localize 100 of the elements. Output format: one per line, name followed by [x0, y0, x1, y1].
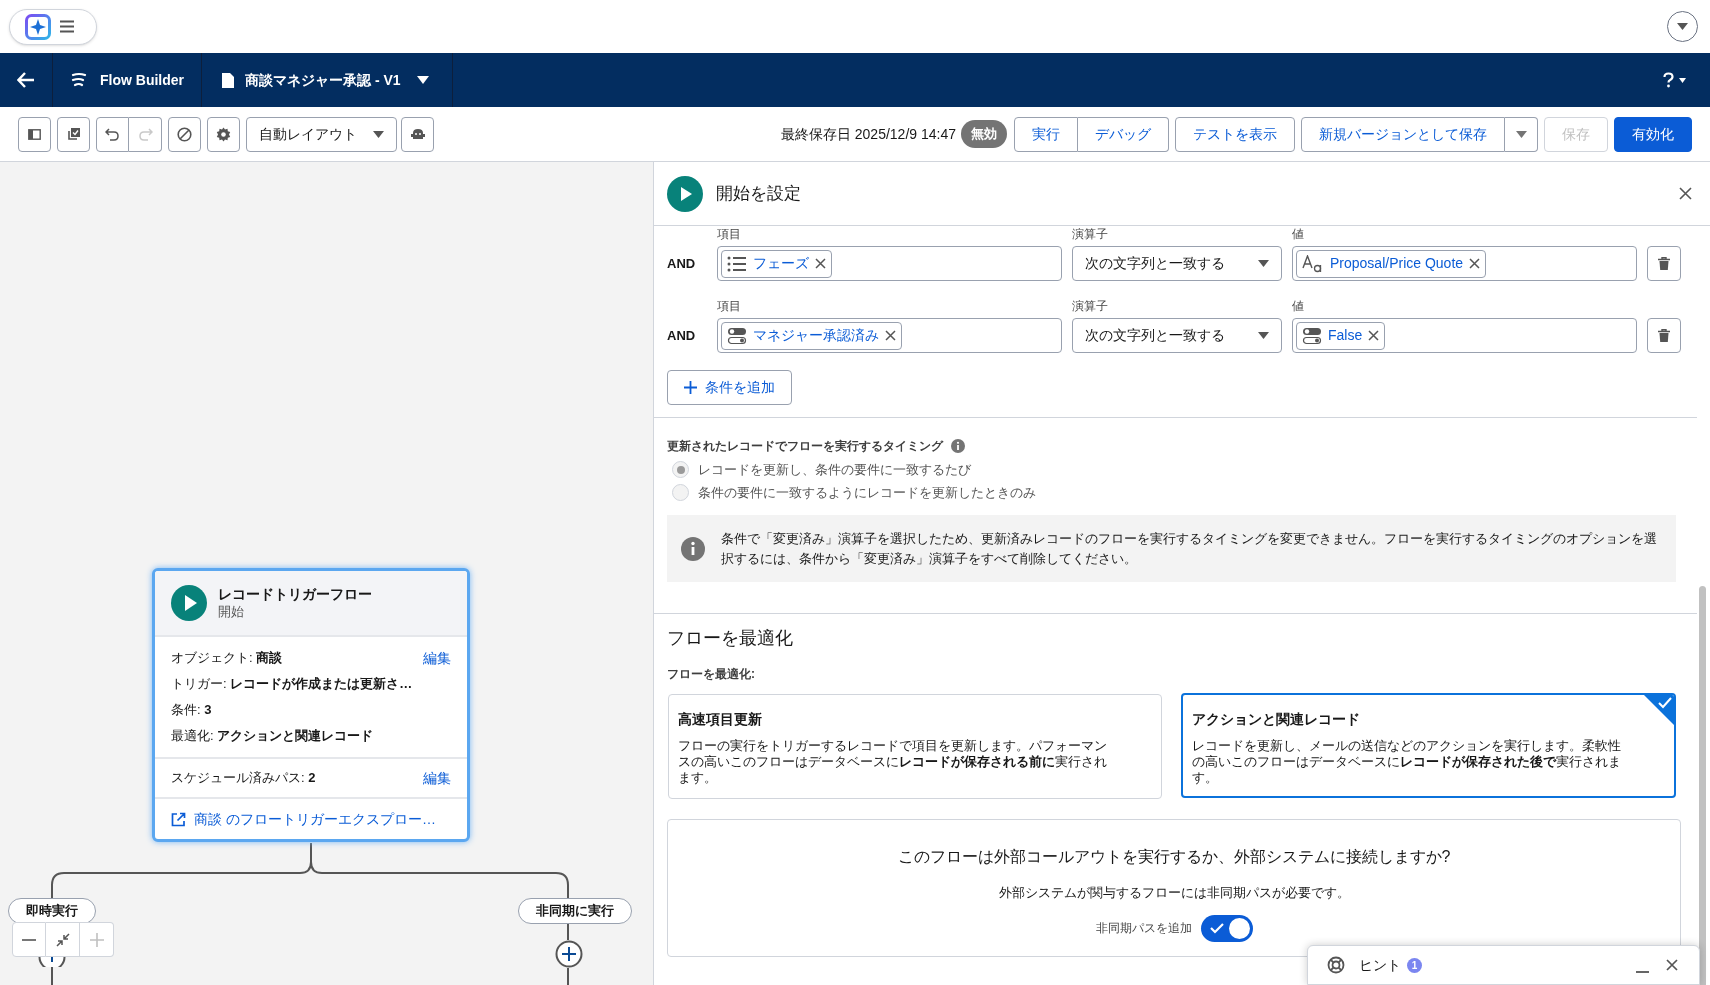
plus-icon	[89, 932, 104, 947]
edit-link[interactable]: 編集	[423, 767, 451, 789]
delete-button[interactable]	[1647, 246, 1681, 281]
option-card[interactable]: 高速項目更新 フローの実行をトリガーするレコードで項目を更新します。パフォーマンスの高いこのフローはデータベースにレコードが保存される前に実行されます。	[668, 694, 1162, 799]
robot-icon	[410, 128, 425, 140]
explorer-link[interactable]: 商談 のフロートリガーエクスプロー…	[194, 808, 436, 830]
section-label: 更新されたレコードでフローを実行するタイミング	[667, 438, 943, 455]
caret-down-icon	[416, 76, 429, 84]
remove-icon	[1368, 330, 1380, 341]
collapse-icon	[55, 932, 70, 947]
help-icon	[1663, 72, 1674, 88]
branch-label: 即時実行	[8, 898, 96, 924]
delete-button[interactable]	[1647, 318, 1681, 353]
undo-icon	[105, 127, 120, 141]
close-button[interactable]	[1664, 957, 1680, 973]
plus-icon	[684, 381, 697, 394]
cancel-button[interactable]	[168, 116, 201, 152]
toggle-icon	[727, 326, 747, 345]
settings-button[interactable]	[207, 116, 240, 152]
callout-question: このフローは外部コールアウトを実行するか、外部システムに接続しますか?	[897, 847, 1451, 867]
info-icon	[681, 536, 705, 561]
section-heading: フローを最適化	[667, 627, 794, 650]
panel-icon	[28, 128, 41, 140]
caret-down-icon	[1677, 23, 1688, 30]
node-title: レコードトリガーフロー	[218, 585, 372, 603]
document-icon	[221, 71, 235, 89]
more-options-button[interactable]	[1505, 116, 1538, 152]
edit-link[interactable]: 編集	[423, 647, 451, 669]
layout-dropdown[interactable]: 自動レイアウト	[246, 116, 397, 152]
field-label: 値	[1292, 298, 1305, 314]
prohibited-icon	[177, 126, 192, 142]
panel-title: 開始を設定	[716, 182, 801, 205]
remove-icon	[1469, 258, 1481, 269]
undo-button[interactable]	[96, 116, 129, 152]
option-description: フローの実行をトリガーするレコードで項目を更新します。パフォーマンスの高いこのフローはデータベースにレコードが保存される前に実行されます。	[678, 738, 1108, 786]
field-label: 演算子	[1072, 226, 1109, 242]
app-launcher-button[interactable]	[9, 8, 97, 45]
redo-icon	[137, 127, 153, 141]
app-name: Flow Builder	[100, 70, 184, 90]
caret-down-icon	[1679, 77, 1686, 83]
node-detail: オブジェクト: 商談	[171, 649, 283, 668]
toggle-panel-button[interactable]	[18, 116, 51, 152]
option-card[interactable]: アクションと関連レコード レコードを更新し、メールの送信などのアクションを実行します。柔軟性の高いこのフローはデータベースにレコードが保存された後で実行されます。	[1180, 693, 1676, 798]
last-saved-text: 最終保存日 2025/12/9 14:47	[780, 124, 956, 144]
external-link-icon	[171, 811, 186, 827]
connector-line	[567, 924, 569, 940]
checkmark-icon	[1209, 922, 1224, 934]
selected-pill[interactable]: False	[1296, 321, 1386, 350]
toolbar-button[interactable]: 実行	[1014, 116, 1078, 152]
connector-line	[567, 968, 569, 985]
text-type-icon	[1302, 254, 1324, 273]
node-detail: スケジュール済みパス: 2	[171, 769, 316, 788]
arrow-left-icon	[17, 72, 35, 88]
info-message: 条件で「変更済み」演算子を選択したため、更新済みレコードのフローを実行するタイミングを変更できません。フローを実行するタイミングのオプションを選択するには、条件から「変更済み」演算子をすべて削除してください。	[721, 529, 1658, 568]
start-node-card[interactable]: レコードトリガーフロー 開始 オブジェクト: 商談 編集 トリガー: レコードが作成または更新さ… 条件: 3 最適化: アクションと関連レコード スケジュール済みパス: 2 編集 商談 のフロートリガーエクスプロー…	[152, 568, 470, 842]
close-icon	[1666, 959, 1678, 971]
field-label: 項目	[717, 226, 742, 242]
node-detail: トリガー: レコードが作成または更新さ…	[171, 675, 413, 694]
toggle-label: 非同期パスを追加	[1095, 920, 1192, 937]
info-icon	[951, 439, 965, 453]
operator-dropdown[interactable]: 次の文字列と一致する	[1072, 318, 1282, 353]
selected-pill[interactable]: Proposal/Price Quote	[1296, 249, 1487, 278]
toolbar-button[interactable]: テストを表示	[1175, 116, 1295, 152]
minus-icon	[22, 938, 36, 941]
section-label: フローを最適化:	[667, 666, 756, 683]
field-label: 項目	[717, 298, 742, 314]
option-title: 高速項目更新	[678, 710, 763, 729]
hint-label: ヒント	[1359, 955, 1401, 975]
play-icon	[667, 175, 703, 212]
close-icon	[1678, 187, 1692, 200]
radio-label: 条件の要件に一致するようにレコードを更新したときのみ	[698, 483, 1036, 502]
toolbar-button[interactable]: 新規バージョンとして保存	[1301, 116, 1505, 152]
add-element-icon[interactable]	[38, 957, 66, 967]
branch-label: 非同期に実行	[518, 898, 632, 924]
robot-button[interactable]	[401, 116, 434, 152]
status-badge: 無効	[961, 120, 1007, 148]
flow-version-menu[interactable]: 商談マネジャー承認 - V1	[202, 53, 453, 107]
selected-pill[interactable]: マネジャー承認済み	[721, 321, 902, 350]
callout-note: 外部システムが関与するフローには非同期パスが必要です。	[998, 884, 1350, 902]
play-icon	[171, 585, 207, 621]
node-subtitle: 開始	[218, 603, 245, 621]
copy-button[interactable]	[57, 116, 90, 152]
toolbar-button[interactable]: デバッグ	[1078, 116, 1169, 152]
option-title: アクションと関連レコード	[1191, 710, 1361, 729]
checkmark-icon	[1644, 695, 1674, 725]
settings-icon	[216, 126, 231, 142]
scrollbar[interactable]	[1699, 586, 1706, 985]
caret-down-icon	[1515, 130, 1527, 138]
add-element-icon[interactable]	[555, 940, 583, 968]
remove-icon	[815, 258, 826, 269]
caret-down-icon	[373, 130, 384, 138]
toolbar-button[interactable]: 有効化	[1614, 116, 1692, 152]
operator-dropdown[interactable]: 次の文字列と一致する	[1072, 246, 1282, 281]
zoom-out-button[interactable]	[12, 922, 46, 957]
connector-line	[51, 967, 53, 985]
field-label: 値	[1292, 226, 1305, 242]
add-condition-button[interactable]: 条件を追加	[667, 370, 792, 405]
selected-pill[interactable]: フェーズ	[721, 249, 832, 278]
toggle-switch[interactable]	[1200, 914, 1253, 942]
copy-icon	[66, 127, 81, 141]
